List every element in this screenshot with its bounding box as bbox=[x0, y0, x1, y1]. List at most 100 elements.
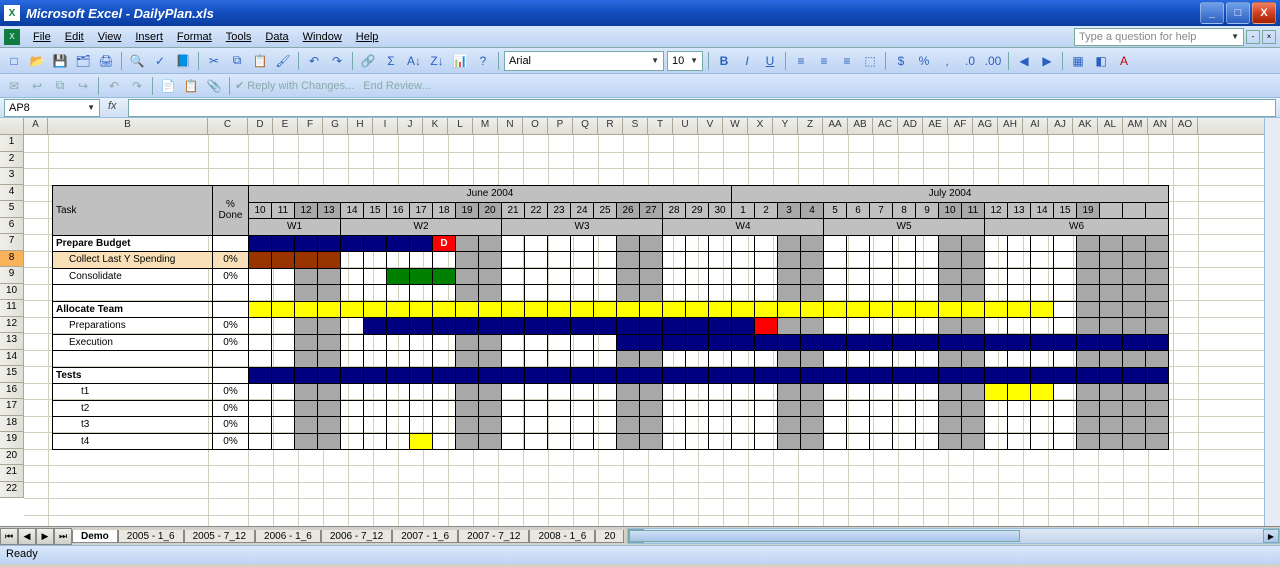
decrease-decimal-icon[interactable]: .00 bbox=[983, 51, 1003, 71]
col-header[interactable]: AO bbox=[1173, 118, 1198, 134]
row-header[interactable]: 5 bbox=[0, 201, 23, 218]
help-search[interactable]: Type a question for help▼ bbox=[1074, 28, 1244, 46]
tab-nav[interactable]: ⏮ ◀ ▶ ⏭ bbox=[0, 528, 72, 545]
col-header[interactable]: K bbox=[423, 118, 448, 134]
col-header[interactable]: N bbox=[498, 118, 523, 134]
close-button[interactable]: X bbox=[1252, 2, 1276, 24]
paste-icon[interactable]: 📋 bbox=[250, 51, 270, 71]
tab-last-icon[interactable]: ⏭ bbox=[54, 528, 72, 545]
col-header[interactable]: I bbox=[373, 118, 398, 134]
menu-data[interactable]: Data bbox=[258, 28, 295, 46]
align-left-icon[interactable]: ≡ bbox=[791, 51, 811, 71]
hyperlink-icon[interactable]: 🔗 bbox=[358, 51, 378, 71]
col-header[interactable]: AH bbox=[998, 118, 1023, 134]
col-header[interactable]: H bbox=[348, 118, 373, 134]
col-header[interactable]: AL bbox=[1098, 118, 1123, 134]
decrease-indent-icon[interactable]: ◀ bbox=[1014, 51, 1034, 71]
col-header[interactable]: L bbox=[448, 118, 473, 134]
sheet-tab[interactable]: 2006 - 1_6 bbox=[255, 530, 321, 543]
col-header[interactable]: AD bbox=[898, 118, 923, 134]
permission-icon[interactable]: 🗂 bbox=[73, 51, 93, 71]
undo-icon[interactable]: ↶ bbox=[304, 51, 324, 71]
col-header[interactable]: AA bbox=[823, 118, 848, 134]
col-header[interactable]: AI bbox=[1023, 118, 1048, 134]
col-header[interactable]: AG bbox=[973, 118, 998, 134]
col-header[interactable]: AC bbox=[873, 118, 898, 134]
merge-icon[interactable]: ⬚ bbox=[860, 51, 880, 71]
row-header[interactable]: 19 bbox=[0, 432, 23, 449]
menu-tools[interactable]: Tools bbox=[219, 28, 259, 46]
cut-icon[interactable]: ✂ bbox=[204, 51, 224, 71]
fx-icon[interactable]: fx bbox=[108, 100, 124, 116]
menu-view[interactable]: View bbox=[91, 28, 129, 46]
select-all-corner[interactable] bbox=[0, 118, 24, 135]
row-header[interactable]: 11 bbox=[0, 300, 23, 317]
maximize-button[interactable]: □ bbox=[1226, 2, 1250, 24]
tab-first-icon[interactable]: ⏮ bbox=[0, 528, 18, 545]
scroll-right-icon[interactable]: ▶ bbox=[1263, 529, 1279, 543]
copy-icon[interactable]: ⧉ bbox=[227, 51, 247, 71]
col-header[interactable]: U bbox=[673, 118, 698, 134]
vertical-scrollbar[interactable] bbox=[1264, 118, 1280, 526]
align-center-icon[interactable]: ≡ bbox=[814, 51, 834, 71]
row-header[interactable]: 1 bbox=[0, 135, 23, 152]
save-icon[interactable]: 💾 bbox=[50, 51, 70, 71]
review-icon[interactable]: ⧉ bbox=[50, 76, 70, 96]
col-header[interactable]: B bbox=[48, 118, 208, 134]
help-icon[interactable]: ? bbox=[473, 51, 493, 71]
column-headers[interactable]: ABCDEFGHIJKLMNOPQRSTUVWXYZAAABACADAEAFAG… bbox=[0, 118, 1264, 135]
col-header[interactable]: F bbox=[298, 118, 323, 134]
col-header[interactable]: R bbox=[598, 118, 623, 134]
minimize-button[interactable]: _ bbox=[1200, 2, 1224, 24]
horizontal-scrollbar[interactable]: ◀ ▶ bbox=[627, 528, 1280, 544]
autosum-icon[interactable]: Σ bbox=[381, 51, 401, 71]
tab-next-icon[interactable]: ▶ bbox=[36, 528, 54, 545]
underline-icon[interactable]: U bbox=[760, 51, 780, 71]
sheet-tab[interactable]: 2006 - 7_12 bbox=[321, 530, 392, 543]
row-header[interactable]: 17 bbox=[0, 399, 23, 416]
row-header[interactable]: 2 bbox=[0, 152, 23, 169]
sheet-tab[interactable]: 2007 - 7_12 bbox=[458, 530, 529, 543]
format-painter-icon[interactable]: 🖌 bbox=[273, 51, 293, 71]
increase-indent-icon[interactable]: ▶ bbox=[1037, 51, 1057, 71]
bold-icon[interactable]: B bbox=[714, 51, 734, 71]
menu-file[interactable]: File bbox=[26, 28, 58, 46]
percent-icon[interactable]: % bbox=[914, 51, 934, 71]
row-header[interactable]: 20 bbox=[0, 449, 23, 466]
reply-changes-button[interactable]: ✔ Reply with Changes... bbox=[235, 79, 354, 92]
row-header[interactable]: 16 bbox=[0, 383, 23, 400]
menu-edit[interactable]: Edit bbox=[58, 28, 91, 46]
col-header[interactable]: Z bbox=[798, 118, 823, 134]
sort-desc-icon[interactable]: Z↓ bbox=[427, 51, 447, 71]
font-size-selector[interactable]: 10▼ bbox=[667, 51, 703, 71]
col-header[interactable]: P bbox=[548, 118, 573, 134]
col-header[interactable]: V bbox=[698, 118, 723, 134]
row-header[interactable]: 18 bbox=[0, 416, 23, 433]
name-box[interactable]: AP8▼ bbox=[4, 99, 100, 117]
review-icon[interactable]: ↷ bbox=[127, 76, 147, 96]
spelling-icon[interactable]: ✓ bbox=[150, 51, 170, 71]
col-header[interactable]: A bbox=[24, 118, 48, 134]
row-header[interactable]: 14 bbox=[0, 350, 23, 367]
comma-icon[interactable]: , bbox=[937, 51, 957, 71]
formula-input[interactable] bbox=[128, 99, 1276, 117]
sheet-tab[interactable]: 20 bbox=[595, 530, 624, 543]
col-header[interactable]: AE bbox=[923, 118, 948, 134]
col-header[interactable]: T bbox=[648, 118, 673, 134]
col-header[interactable]: O bbox=[523, 118, 548, 134]
end-review-button[interactable]: End Review... bbox=[363, 80, 430, 92]
sheet-tab[interactable]: 2005 - 1_6 bbox=[118, 530, 184, 543]
align-right-icon[interactable]: ≡ bbox=[837, 51, 857, 71]
redo-icon[interactable]: ↷ bbox=[327, 51, 347, 71]
col-header[interactable]: M bbox=[473, 118, 498, 134]
sheet-tab[interactable]: 2007 - 1_6 bbox=[392, 530, 458, 543]
scroll-thumb[interactable] bbox=[629, 530, 1019, 542]
row-header[interactable]: 4 bbox=[0, 185, 23, 202]
font-name-selector[interactable]: Arial▼ bbox=[504, 51, 664, 71]
spreadsheet-grid[interactable]: ABCDEFGHIJKLMNOPQRSTUVWXYZAAABACADAEAFAG… bbox=[0, 118, 1280, 526]
borders-icon[interactable]: ▦ bbox=[1068, 51, 1088, 71]
row-header[interactable]: 6 bbox=[0, 218, 23, 235]
row-header[interactable]: 9 bbox=[0, 267, 23, 284]
col-header[interactable]: AJ bbox=[1048, 118, 1073, 134]
doc-restore-button[interactable]: - bbox=[1246, 30, 1260, 44]
